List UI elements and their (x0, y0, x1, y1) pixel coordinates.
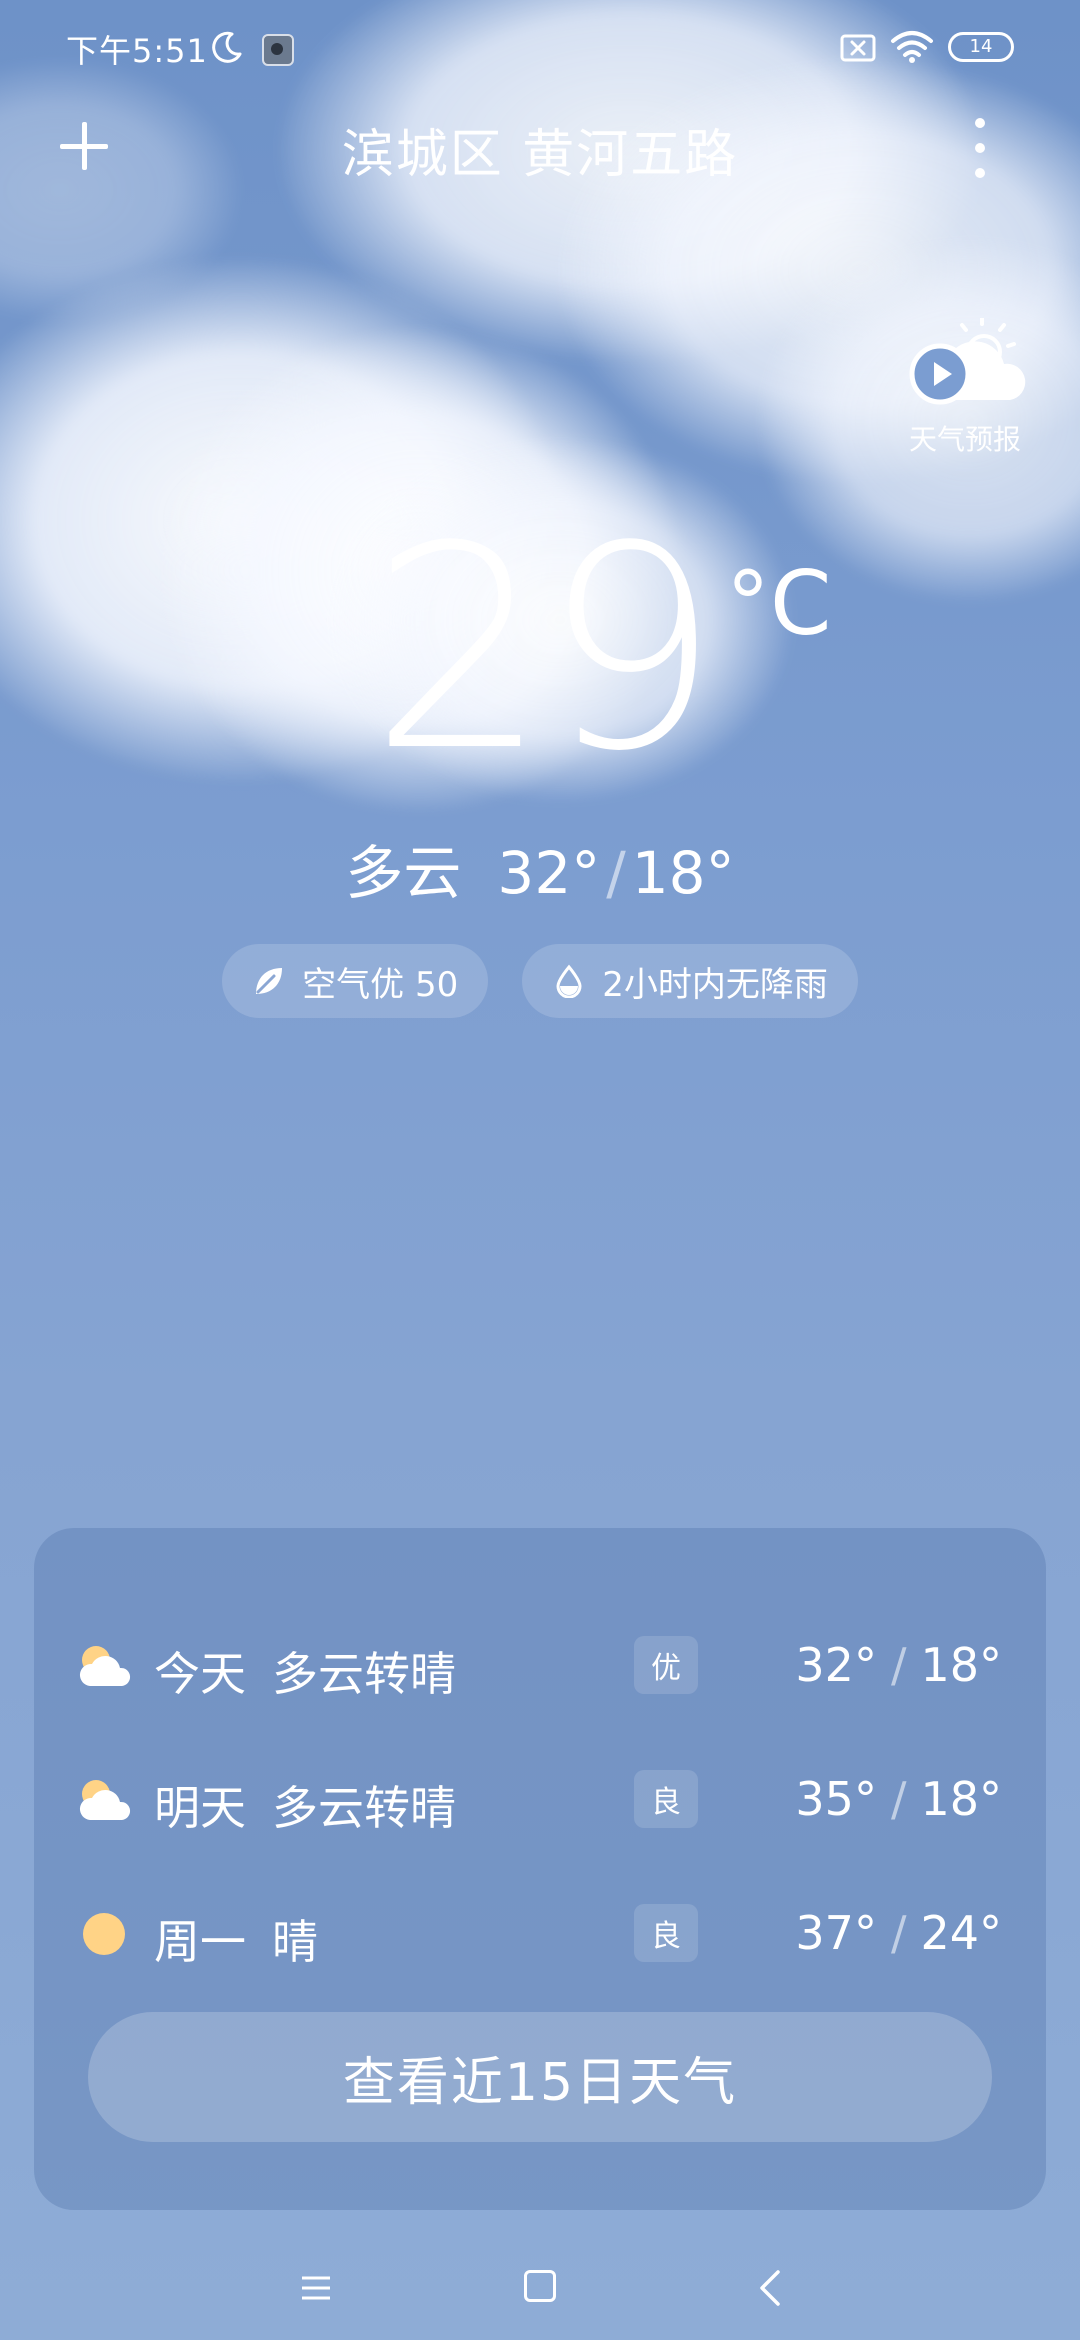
more-dot (975, 168, 985, 178)
play-cloud-icon (909, 318, 1026, 405)
forecast-row-monday[interactable]: 周一晴 良 37°/24° (34, 1888, 1046, 1988)
air-quality-text: 空气优 50 (302, 964, 459, 1005)
forecast-row-tomorrow[interactable]: 明天 多云转晴 良 35°/18° (34, 1754, 1046, 1854)
temperature-unit: °C (726, 552, 832, 655)
forecast-temps: 32°/18° (795, 1638, 1002, 1692)
forecast-row-today[interactable]: 今天 多云转晴 优 32°/18° (34, 1620, 1046, 1720)
forecast-low: 24° (920, 1906, 1002, 1960)
forecast-temps: 35°/18° (795, 1772, 1002, 1826)
aqi-badge: 优 (634, 1636, 698, 1694)
forecast-condition: 多云转晴 (272, 1647, 456, 1701)
forecast-card: 今天 多云转晴 优 32°/18° 明天 多云转晴 良 35°/18° 周一 晴… (34, 1528, 1046, 2210)
view-15-day-forecast-button[interactable]: 查看近15日天气 (88, 2012, 992, 2142)
forecast-day-text: 周一晴 (154, 1906, 318, 1972)
forecast-day: 今天 (154, 1647, 246, 1701)
rain-text: 2小时内无降雨 (602, 964, 828, 1005)
forecast-low: 18° (920, 1638, 1002, 1692)
status-bar: 下午5:51 14 (0, 0, 1080, 96)
water-drop-icon (556, 964, 582, 998)
forecast-day-text: 明天 多云转晴 (154, 1772, 456, 1838)
location-title: 滨城区 黄河五路 (341, 125, 739, 185)
back-icon[interactable] (756, 2268, 784, 2308)
leaf-icon (256, 968, 283, 994)
battery-level: 14 (969, 36, 993, 57)
more-dot (975, 118, 985, 128)
weather-screen: 下午5:51 14 滨城区 黄河五路 天气预报 29 °C 多云 32° / 1… (0, 0, 1080, 2340)
temp-separator: / (890, 1906, 907, 1960)
forecast-high: 37° (795, 1906, 877, 1960)
weather-forecast-video-button[interactable]: 天气预报 (890, 318, 1040, 458)
temp-separator: / (890, 1772, 907, 1826)
wifi-icon (891, 31, 933, 63)
partly-cloudy-icon (79, 1780, 131, 1820)
forecast-temps: 37°/24° (795, 1906, 1002, 1960)
forecast-low: 18° (920, 1772, 1002, 1826)
home-icon[interactable] (524, 2270, 556, 2302)
no-sim-icon (840, 34, 876, 62)
current-condition-line: 多云 32°/18° (0, 826, 1080, 910)
today-high: 32° (497, 839, 601, 907)
forecast-condition: 多云转晴 (272, 1781, 456, 1835)
more-options-button[interactable] (968, 118, 992, 178)
current-condition: 多云 (345, 839, 462, 907)
moon-icon (212, 31, 242, 63)
forecast-condition: 晴 (272, 1915, 318, 1969)
forecast-day: 明天 (154, 1781, 246, 1835)
aqi-badge: 良 (634, 1770, 698, 1828)
temp-separator: / (606, 839, 626, 907)
menu-icon[interactable] (298, 2270, 334, 2306)
system-nav-bar (0, 2240, 1080, 2340)
battery-icon: 14 (948, 32, 1014, 62)
current-temperature: 29 (370, 487, 720, 813)
forecast-high: 32° (795, 1638, 877, 1692)
temp-separator: / (890, 1638, 907, 1692)
sun-icon (83, 1913, 125, 1955)
forecast-video-label: 天气预报 (908, 423, 1021, 456)
add-city-button[interactable] (58, 120, 110, 172)
info-chips: 空气优 50 2小时内无降雨 (0, 944, 1080, 1018)
partly-cloudy-icon (79, 1646, 131, 1686)
status-time: 下午5:51 (66, 32, 208, 70)
current-temperature-block: 29 °C (0, 510, 1080, 800)
forecast-day-text: 今天 多云转晴 (154, 1638, 456, 1704)
app-notification-icon (262, 34, 294, 66)
today-low: 18° (631, 839, 735, 907)
more-dot (975, 143, 985, 153)
forecast-day: 周一 (154, 1915, 246, 1969)
forecast-high: 35° (795, 1772, 877, 1826)
air-quality-chip[interactable]: 空气优 50 (222, 944, 489, 1018)
aqi-badge: 良 (634, 1904, 698, 1962)
rain-forecast-chip[interactable]: 2小时内无降雨 (522, 944, 858, 1018)
